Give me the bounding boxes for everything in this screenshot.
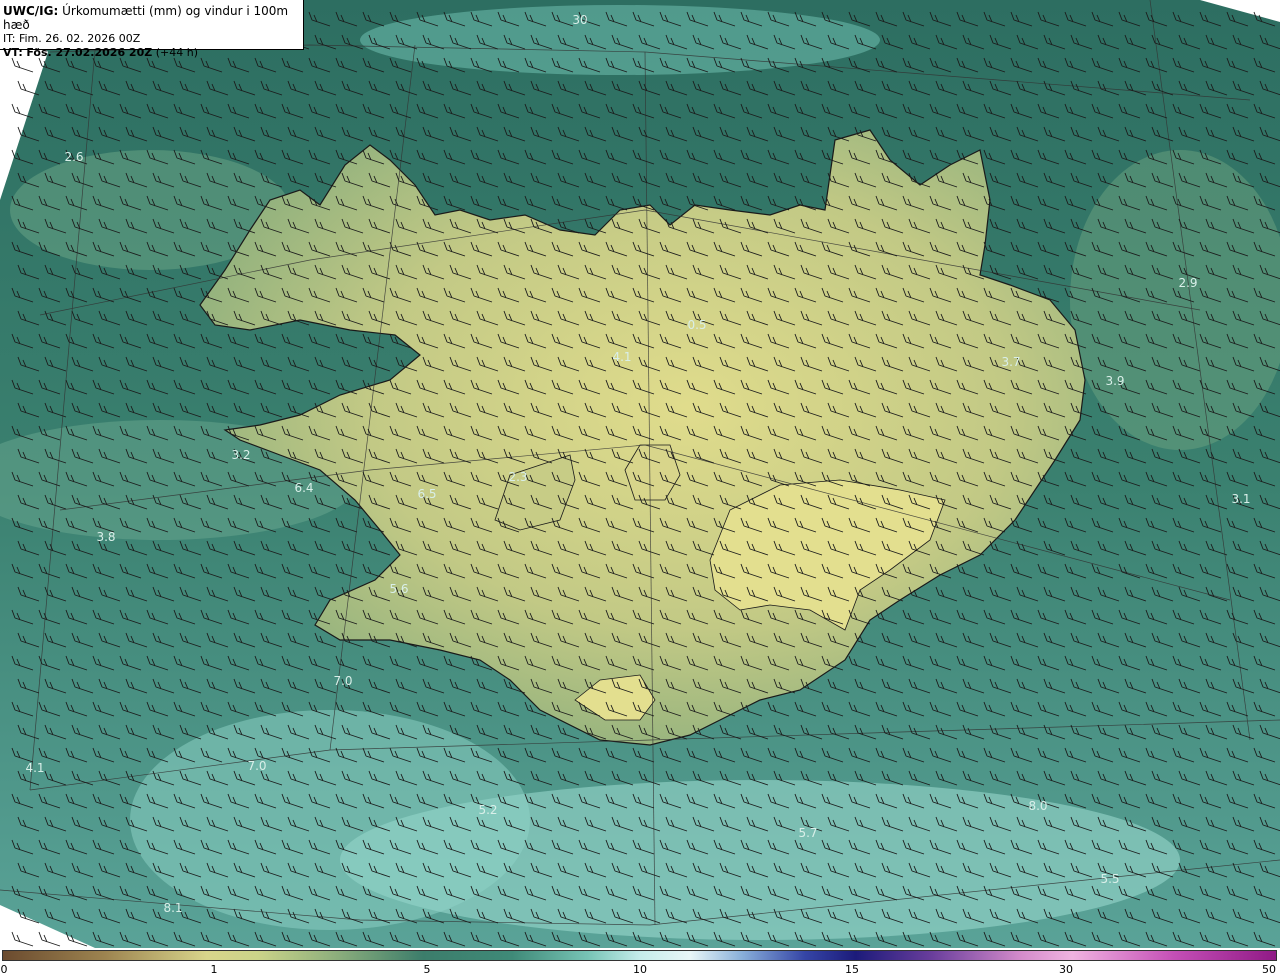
value-label: 4.1 [612, 350, 632, 364]
lead-time: (+44 h) [155, 46, 198, 59]
value-label: 3.8 [96, 530, 116, 544]
init-time: IT: Fim. 26. 02. 2026 00Z [3, 32, 141, 45]
forecast-map: UWC/IG: Úrkomumætti (mm) og vindur i 100… [0, 0, 1280, 948]
colorbar-gradient [2, 950, 1277, 961]
value-label: 5.7 [798, 826, 818, 840]
title-line-3: VT: Fös. 27.02.2026 20Z (+44 h) [3, 46, 303, 60]
value-label: 7.0 [333, 674, 353, 688]
precip-band-east [1070, 150, 1280, 450]
value-label: 2.6 [64, 150, 84, 164]
colorbar-tick: 15 [845, 963, 859, 976]
value-label: 6.4 [294, 481, 314, 495]
value-label: 3.7 [1001, 355, 1021, 369]
value-label: 5.6 [389, 582, 409, 596]
value-label: 2.3 [508, 470, 528, 484]
colorbar-tick: 0 [0, 963, 8, 976]
value-label: 3.1 [1231, 492, 1251, 506]
value-label: 5.5 [1100, 872, 1120, 886]
value-label: 3.2 [231, 448, 251, 462]
colorbar-tick: 10 [633, 963, 647, 976]
value-label: 6.5 [417, 487, 437, 501]
value-label: 7.0 [247, 759, 267, 773]
value-label: 3.9 [1105, 374, 1125, 388]
colorbar-tick: 30 [1059, 963, 1073, 976]
map-canvas [0, 0, 1280, 948]
model-name: UWC/IG: [3, 4, 59, 18]
value-label: 0.5 [687, 318, 707, 332]
value-label: 5.2 [478, 803, 498, 817]
value-label: 4.1 [25, 761, 45, 775]
precip-colorbar: 0 1 5 10 15 30 50 [0, 948, 1280, 978]
value-label: 8.1 [163, 901, 183, 915]
colorbar-tick: 50 [1262, 963, 1276, 976]
precip-band-sw [130, 710, 530, 930]
valid-time: Fös. 27.02.2026 20Z [26, 46, 153, 59]
value-label: 30 [572, 13, 588, 27]
valid-label: VT: [3, 46, 23, 59]
colorbar-tick: 1 [210, 963, 218, 976]
colorbar-tick: 5 [423, 963, 431, 976]
map-title-box: UWC/IG: Úrkomumætti (mm) og vindur i 100… [0, 0, 304, 59]
title-line-1: UWC/IG: Úrkomumætti (mm) og vindur i 100… [3, 4, 303, 32]
value-label: 8.0 [1028, 799, 1048, 813]
value-label: 2.9 [1178, 276, 1198, 290]
